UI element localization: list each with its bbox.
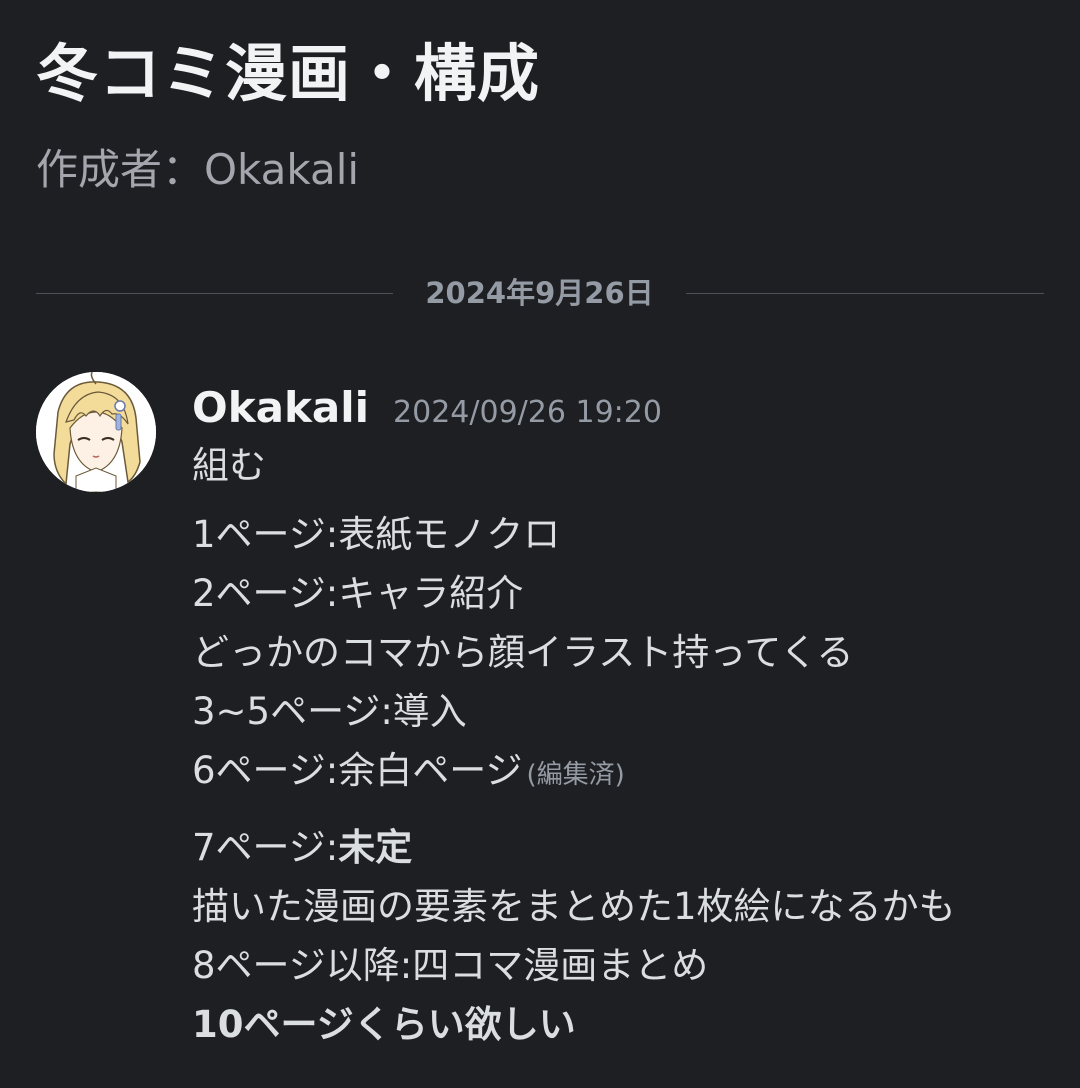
- thread-title: 冬コミ漫画・構成: [36, 37, 541, 110]
- message-line: どっかのコマから顔イラスト持ってくる: [192, 631, 854, 674]
- avatar-image: [36, 372, 156, 492]
- message-header: Okakali 2024/09/26 19:20: [192, 380, 662, 436]
- message-line: 1ページ:表紙モノクロ: [192, 513, 561, 556]
- message-line-text: 6ページ:余白ページ: [192, 749, 523, 792]
- avatar[interactable]: [36, 372, 156, 492]
- message-line: 2ページ:キャラ紹介: [192, 572, 524, 615]
- message-line: 組む: [192, 444, 266, 487]
- message-line: 描いた漫画の要素をまとめた1枚絵になるかも: [192, 885, 956, 928]
- divider-line-right: [686, 293, 1044, 294]
- message-username[interactable]: Okakali: [192, 383, 369, 432]
- message-line-bold: 10ページくらい欲しい: [192, 1003, 576, 1046]
- message-bold-text: 未定: [338, 826, 413, 869]
- date-divider: 2024年9月26日: [36, 276, 1044, 310]
- message-line: 8ページ以降:四コマ漫画まとめ: [192, 944, 709, 987]
- thread-author: 作成者：Okakali: [36, 145, 360, 194]
- message-line: 3~5ページ:導入: [192, 690, 467, 733]
- divider-line-left: [36, 293, 393, 294]
- message-line: 6ページ:余白ページ (編集済): [192, 741, 1052, 800]
- message-line: 7ページ:未定: [192, 818, 1052, 877]
- divider-date-label: 2024年9月26日: [425, 276, 654, 310]
- message-content: 組む 1ページ:表紙モノクロ 2ページ:キャラ紹介 どっかのコマから顔イラスト持…: [192, 436, 1052, 1054]
- message-line-text: 7ページ:: [192, 826, 339, 869]
- edited-indicator: (編集済): [526, 760, 625, 790]
- message-timestamp[interactable]: 2024/09/26 19:20: [393, 395, 662, 430]
